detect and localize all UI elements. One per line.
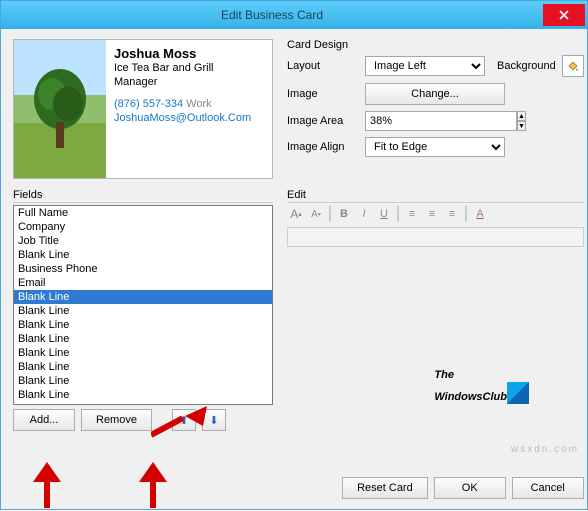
spin-up-icon[interactable]: ▲ xyxy=(517,111,526,121)
layout-select[interactable]: Image Left xyxy=(365,56,485,76)
card-design-header: Card Design xyxy=(287,39,584,51)
layout-label: Layout xyxy=(287,60,359,72)
fields-list-item[interactable]: Blank Line xyxy=(14,304,272,318)
cancel-button[interactable]: Cancel xyxy=(512,477,584,499)
move-down-button[interactable]: ⬇ xyxy=(202,409,226,431)
arrow-down-icon: ⬇ xyxy=(209,414,218,427)
fields-list-item[interactable]: Blank Line xyxy=(14,360,272,374)
fields-list-item[interactable]: Email xyxy=(14,276,272,290)
align-center-icon[interactable]: ≡ xyxy=(423,205,441,223)
image-area-input[interactable] xyxy=(365,111,517,131)
fields-list-item[interactable]: Full Name xyxy=(14,206,272,220)
add-field-button[interactable]: Add... xyxy=(13,409,75,431)
tree-icon xyxy=(30,64,90,154)
branding-logo: The WindowsClub xyxy=(434,361,529,404)
paint-bucket-icon xyxy=(566,59,580,73)
fields-list-item[interactable]: Blank Line xyxy=(14,290,272,304)
logo-square-icon xyxy=(507,382,529,404)
fields-list-item[interactable]: Blank Line xyxy=(14,332,272,346)
edit-header: Edit xyxy=(287,189,584,203)
close-button[interactable] xyxy=(543,4,585,26)
background-label: Background xyxy=(497,60,556,72)
edit-value-input[interactable] xyxy=(287,227,584,247)
preview-phone: (876) 557-334 xyxy=(114,98,183,110)
fields-list-item[interactable]: Business Phone xyxy=(14,262,272,276)
italic-icon[interactable]: I xyxy=(355,205,373,223)
fields-section: Fields Full NameCompanyJob Title Blank L… xyxy=(13,189,273,461)
fields-list-item[interactable]: Company xyxy=(14,220,272,234)
remove-field-button[interactable]: Remove xyxy=(81,409,152,431)
fields-list-item[interactable]: Blank Line xyxy=(14,346,272,360)
fields-list-item[interactable]: Blank Line xyxy=(14,248,272,262)
image-area-spinner[interactable]: ▲ ▼ xyxy=(517,111,526,131)
fields-list-item[interactable]: Job Title xyxy=(14,234,272,248)
preview-email: JoshuaMoss@Outlook.Com xyxy=(114,112,251,126)
preview-title: Manager xyxy=(114,76,251,90)
edit-section: Edit A▴ A▾ B I U ≡ ≡ ≡ A xyxy=(287,189,584,461)
fields-header: Fields xyxy=(13,189,273,203)
watermark: wsxdn.com xyxy=(511,444,579,455)
image-align-label: Image Align xyxy=(287,141,359,153)
image-area-label: Image Area xyxy=(287,115,359,127)
close-icon xyxy=(559,10,569,20)
move-up-button[interactable]: ⬆ xyxy=(172,409,196,431)
underline-icon[interactable]: U xyxy=(375,205,393,223)
dialog-footer: Reset Card OK Cancel xyxy=(13,471,584,499)
preview-phone-row: (876) 557-334 Work xyxy=(114,98,251,112)
ok-button[interactable]: OK xyxy=(434,477,506,499)
change-image-button[interactable]: Change... xyxy=(365,83,505,105)
bold-icon[interactable]: B xyxy=(335,205,353,223)
dialog-window: Edit Business Card Joshua Moss Ice Tea B… xyxy=(0,0,588,510)
fields-list-item[interactable]: Blank Line xyxy=(14,388,272,402)
preview-image xyxy=(14,40,106,178)
align-left-icon[interactable]: ≡ xyxy=(403,205,421,223)
card-design-section: Card Design Layout Image Left Background… xyxy=(287,39,584,179)
card-preview: Joshua Moss Ice Tea Bar and Grill Manage… xyxy=(13,39,273,179)
align-right-icon[interactable]: ≡ xyxy=(443,205,461,223)
titlebar: Edit Business Card xyxy=(1,1,587,29)
spin-down-icon[interactable]: ▼ xyxy=(517,121,526,131)
preview-name: Joshua Moss xyxy=(114,46,251,62)
window-title: Edit Business Card xyxy=(1,8,543,22)
preview-phone-label: Work xyxy=(186,98,211,110)
background-color-button[interactable] xyxy=(562,55,584,77)
fields-list-item[interactable]: Blank Line xyxy=(14,318,272,332)
reset-card-button[interactable]: Reset Card xyxy=(342,477,428,499)
fields-list-item[interactable]: Blank Line xyxy=(14,374,272,388)
fields-list[interactable]: Full NameCompanyJob Title Blank LineBusi… xyxy=(13,205,273,405)
font-grow-icon[interactable]: A▴ xyxy=(287,205,305,223)
font-color-icon[interactable]: A xyxy=(471,205,489,223)
preview-company: Ice Tea Bar and Grill xyxy=(114,62,251,76)
preview-text: Joshua Moss Ice Tea Bar and Grill Manage… xyxy=(106,40,259,178)
image-align-select[interactable]: Fit to Edge xyxy=(365,137,505,157)
image-label: Image xyxy=(287,88,359,100)
arrow-up-icon: ⬆ xyxy=(179,414,188,427)
format-toolbar: A▴ A▾ B I U ≡ ≡ ≡ A xyxy=(287,205,584,223)
font-shrink-icon[interactable]: A▾ xyxy=(307,205,325,223)
